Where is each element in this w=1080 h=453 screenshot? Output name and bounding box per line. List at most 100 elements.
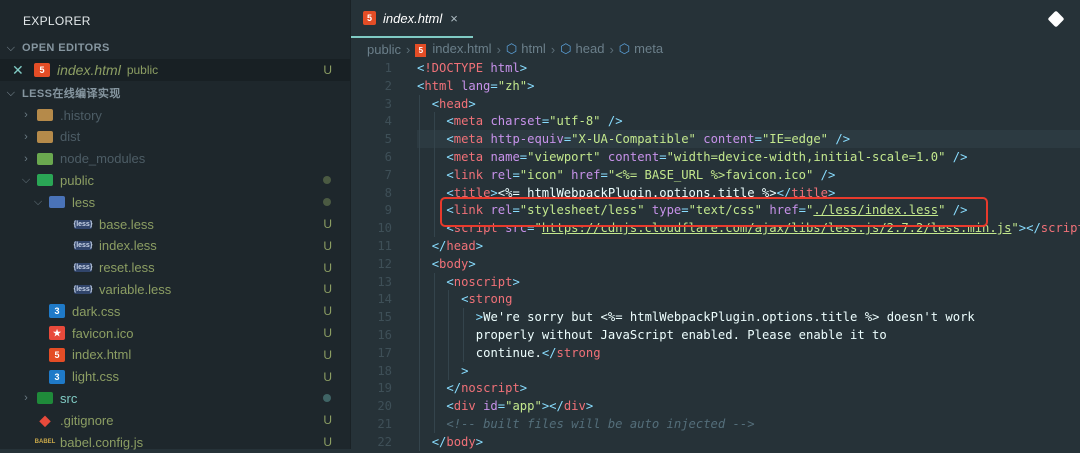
code-line[interactable]: 19 </noscript>: [351, 379, 1080, 398]
tab-bar: 5 index.html ×: [351, 0, 1080, 38]
tree-item[interactable]: ⌵ public: [0, 169, 350, 191]
line-code: <body>: [432, 255, 476, 273]
open-editor-item[interactable]: ✕ 5 index.html public U: [0, 59, 350, 81]
line-number: 1: [384, 61, 392, 75]
code-line[interactable]: 2 <html lang="zh">: [351, 77, 1080, 95]
tree-item[interactable]: › src: [0, 387, 350, 409]
code-token: />: [835, 132, 851, 147]
code-line[interactable]: 17 continue.</strong: [351, 343, 1080, 362]
open-editors-header[interactable]: ⌵ OPEN EDITORS: [0, 37, 350, 59]
tree-item[interactable]: ★ favicon.ico U: [0, 322, 350, 344]
code-line[interactable]: 22 </body>: [351, 432, 1080, 451]
line-code: <strong: [461, 290, 512, 308]
line-number: 19: [377, 381, 392, 396]
breadcrumb-label: head: [575, 41, 605, 56]
line-code: >: [461, 362, 468, 380]
tree-item[interactable]: › dist: [0, 126, 350, 148]
html5-icon: 5: [363, 11, 376, 25]
breadcrumb-item[interactable]: ⬡ meta: [619, 41, 663, 57]
code-line[interactable]: 6 <meta name="viewport" content="width=de…: [351, 148, 1080, 166]
close-icon[interactable]: ✕: [12, 62, 34, 79]
indent-guide: [419, 361, 420, 380]
line-code: properly without JavaScript enabled. Ple…: [476, 326, 887, 344]
line-number: 12: [377, 256, 392, 271]
breadcrumb-item[interactable]: ⬡ head: [560, 41, 604, 57]
breadcrumb-item[interactable]: ⬡ html: [506, 41, 546, 57]
line-code: </body>: [432, 433, 483, 451]
line-number: 3: [384, 96, 392, 111]
line-code: </head>: [432, 237, 483, 255]
tree-item-label: dark.css: [72, 303, 121, 319]
code-line[interactable]: 14 <strong: [351, 290, 1080, 309]
code-line[interactable]: 5 <meta http-equiv = "X-UA-Compatible" cont…: [385, 130, 1080, 149]
indent-guide: [433, 219, 435, 238]
tree-item-label: base.less: [99, 216, 154, 232]
chevron-down-icon: ⌵: [6, 86, 16, 99]
code-token: <: [431, 256, 440, 271]
close-tab-button[interactable]: ×: [450, 11, 458, 26]
git-compare-icon[interactable]: [1047, 10, 1065, 28]
indent-guide: [463, 343, 465, 362]
git-status-badge: U: [323, 217, 332, 231]
tree-item[interactable]: BABEL babel.config.js U: [0, 431, 350, 453]
code-line[interactable]: 13 <noscript>: [351, 272, 1080, 291]
code-line[interactable]: 18 >: [351, 361, 1080, 380]
tree-item[interactable]: {less} index.less U: [0, 235, 350, 257]
code-token: "utf-8": [549, 114, 601, 129]
chevron-right-icon: ›: [24, 109, 28, 121]
tree-item[interactable]: ⌵ less: [0, 191, 350, 213]
tree-item[interactable]: 5 index.html U: [0, 344, 350, 366]
project-header[interactable]: ⌵ LESS在线编译实现: [0, 82, 350, 104]
tab-index-html[interactable]: 5 index.html ×: [351, 0, 473, 38]
code-line[interactable]: 7 <link rel="icon" href="<%= BASE_URL %>f…: [351, 165, 1080, 184]
git-status-badge: U: [323, 304, 332, 319]
code-line[interactable]: 20 <div id="app"></div>: [351, 397, 1080, 416]
tree-item[interactable]: {less} base.less U: [0, 213, 350, 235]
code-line[interactable]: 21 <!-- built files will be auto injected…: [351, 415, 1080, 433]
code-token: body: [439, 256, 469, 271]
code-token: strong: [468, 292, 513, 307]
code-line[interactable]: 16 properly without JavaScript enabled. P…: [351, 326, 1080, 344]
indent-guide: [419, 397, 420, 416]
code-line[interactable]: 3 <head>: [351, 94, 1080, 113]
code-line[interactable]: 12 <body>: [351, 254, 1080, 273]
git-status-badge: U: [323, 326, 332, 340]
indent-guide: [419, 219, 420, 238]
code-token: properly without JavaScript enabled. Ple…: [475, 328, 887, 342]
indent-guide: [448, 290, 450, 309]
tree-item[interactable]: {less} reset.less U: [0, 257, 350, 279]
tree-item-label: public: [60, 172, 94, 188]
line-number: 15: [377, 310, 392, 325]
code-line[interactable]: 1 <!DOCTYPE html>: [351, 59, 1080, 77]
tree-item[interactable]: 3 dark.css U: [0, 300, 350, 322]
breadcrumb-item[interactable]: public: [367, 42, 401, 57]
indent-guide: [419, 343, 420, 362]
indent-guide: [433, 148, 435, 166]
tree-item[interactable]: 3 light.css U: [0, 366, 350, 388]
code-line[interactable]: 11 </head>: [351, 237, 1080, 255]
code-editor[interactable]: 1 <!DOCTYPE html> 2 <html lang="zh"> 3 <head>…: [351, 59, 1080, 451]
code-line[interactable]: 15 >We're sorry but <%= htmlWebpackPlugin…: [351, 308, 1080, 327]
folder-icon: [37, 109, 53, 121]
tree-item[interactable]: {less} variable.less U: [0, 278, 350, 300]
code-token: div: [563, 399, 586, 414]
chevron-right-icon: ›: [24, 130, 28, 143]
breadcrumb-item[interactable]: 5 index.html: [415, 41, 492, 57]
tree-item[interactable]: ◆ .gitignore U: [0, 409, 350, 431]
code-token: div: [453, 399, 476, 414]
code-token: head: [446, 239, 476, 253]
code-line[interactable]: 4 <meta charset="utf-8" />: [351, 112, 1080, 131]
folder-icon: [37, 392, 53, 405]
code-token: "viewport": [527, 150, 601, 164]
code-token: >: [475, 434, 484, 449]
code-token: name: [490, 150, 520, 164]
tree-item-label: reset.less: [99, 260, 155, 276]
code-token: <!-- built files will be auto injected -…: [446, 417, 755, 431]
tree-item[interactable]: › .history: [0, 104, 350, 126]
git-status-badge: U: [323, 238, 332, 253]
line-number: 20: [377, 399, 392, 414]
tree-item[interactable]: › node_modules: [0, 148, 350, 170]
line-number: 5: [384, 132, 392, 147]
code-token: lang: [461, 78, 491, 93]
line-code: >We're sorry but <%= htmlWebpackPlugin.o…: [476, 308, 975, 326]
